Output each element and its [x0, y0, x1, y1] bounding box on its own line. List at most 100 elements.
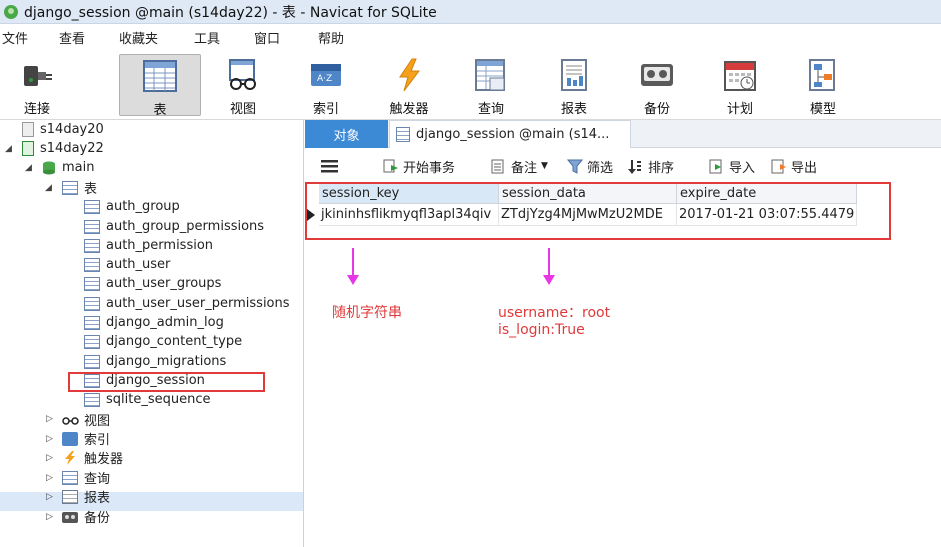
query-button[interactable]: 查询 — [450, 54, 532, 117]
connection-s14day20[interactable]: s14day20 — [22, 120, 104, 139]
trigger-button[interactable]: 触发器 — [368, 54, 450, 117]
expand-icon[interactable]: ▷ — [46, 473, 53, 483]
expand-icon[interactable]: ▷ — [46, 414, 53, 424]
indexes-folder[interactable]: 索引 — [62, 429, 110, 448]
tables-folder-label: 表 — [84, 182, 98, 197]
tab-django-session[interactable]: django_session @main (s14... — [389, 120, 631, 148]
app-logo-icon — [4, 4, 18, 19]
connection-s14day22[interactable]: s14day22 — [22, 139, 104, 158]
annotation-random-string: 随机字符串 — [332, 305, 402, 321]
table-icon — [143, 59, 177, 93]
menu-view[interactable]: 查看 — [59, 28, 85, 47]
table-icon — [84, 257, 100, 272]
menu-tools[interactable]: 工具 — [194, 28, 220, 47]
table-item[interactable]: auth_user — [84, 255, 170, 274]
queries-label: 查询 — [84, 472, 111, 487]
table-icon — [84, 354, 100, 369]
table-icon — [84, 334, 100, 349]
tab-objects[interactable]: 对象 — [305, 120, 388, 148]
table-icon — [396, 127, 410, 142]
table-item[interactable]: django_migrations — [84, 352, 226, 371]
sort-icon — [628, 159, 642, 174]
reports-folder[interactable]: 报表 — [62, 487, 110, 506]
schedule-button[interactable]: 计划 — [699, 54, 781, 117]
expand-icon[interactable]: ▷ — [46, 512, 53, 522]
export-label: 导出 — [791, 160, 818, 176]
model-icon — [806, 58, 840, 92]
table-item[interactable]: auth_user_groups — [84, 274, 221, 293]
queries-folder[interactable]: 查询 — [62, 468, 110, 487]
calendar-icon — [723, 58, 757, 92]
lightning-icon — [62, 450, 78, 465]
menu-window[interactable]: 窗口 — [254, 28, 280, 47]
index-icon — [62, 431, 78, 446]
table-icon — [84, 276, 100, 291]
table-item-label: auth_user_user_permissions — [106, 296, 290, 311]
main-toolbar: 连接 表 视图 A·Z 索引 触发器 查询 报表 备份 计划 模型 — [0, 50, 941, 120]
memo-icon — [491, 159, 505, 174]
table-toolbar: 开始事务 备注 ▼ 筛选 排序 导入 导出 — [305, 152, 941, 180]
table-item[interactable]: auth_permission — [84, 236, 213, 255]
triggers-folder[interactable]: 触发器 — [62, 448, 123, 467]
database-main[interactable]: main — [42, 158, 94, 177]
table-icon — [84, 238, 100, 253]
begin-transaction-button[interactable]: 开始事务 — [383, 157, 455, 176]
report-icon — [62, 489, 78, 504]
object-tree: s14day20 ◢ s14day22 ◢ main ◢ 表 auth_grou… — [0, 120, 304, 547]
expand-icon[interactable]: ▷ — [46, 453, 53, 463]
views-folder[interactable]: 视图 — [62, 410, 110, 429]
table-item[interactable]: django_admin_log — [84, 313, 224, 332]
chevron-down-icon: ▼ — [541, 161, 548, 171]
table-item[interactable]: auth_user_user_permissions — [84, 294, 290, 313]
connect-button[interactable]: 连接 — [0, 54, 78, 117]
menu-favorites[interactable]: 收藏夹 — [119, 28, 158, 47]
reports-label: 报表 — [84, 491, 111, 506]
backup-icon — [62, 510, 78, 524]
collapse-icon[interactable]: ◢ — [5, 144, 12, 154]
backup-button[interactable]: 备份 — [616, 54, 698, 117]
query-label: 查询 — [477, 102, 504, 117]
import-button[interactable]: 导入 — [709, 157, 755, 176]
expand-icon[interactable]: ▷ — [46, 492, 53, 502]
table-item[interactable]: django_content_type — [84, 332, 242, 351]
connection-label: s14day20 — [40, 122, 104, 137]
table-icon — [62, 180, 78, 195]
table-icon — [84, 392, 100, 407]
import-icon — [709, 159, 723, 174]
report-button[interactable]: 报表 — [533, 54, 615, 117]
filter-icon — [566, 159, 584, 174]
menu-file[interactable]: 文件 — [2, 28, 28, 47]
table-button[interactable]: 表 — [119, 54, 201, 118]
table-item-label: django_content_type — [106, 334, 243, 349]
filter-button[interactable]: 筛选 — [566, 157, 613, 176]
table-item[interactable]: auth_group — [84, 197, 180, 216]
index-label: 索引 — [312, 102, 339, 117]
menu-help[interactable]: 帮助 — [318, 28, 344, 47]
table-icon — [84, 315, 100, 330]
tables-folder[interactable]: 表 — [62, 178, 97, 197]
menu-hamburger-icon[interactable] — [321, 159, 339, 173]
sort-button[interactable]: 排序 — [628, 157, 674, 176]
table-item-label: sqlite_sequence — [106, 392, 211, 407]
collapse-icon[interactable]: ◢ — [25, 163, 32, 173]
memo-label: 备注 — [511, 160, 538, 176]
sort-label: 排序 — [648, 160, 675, 176]
views-label: 视图 — [84, 414, 111, 429]
database-icon — [42, 161, 56, 175]
expand-icon[interactable]: ▷ — [46, 434, 53, 444]
model-button[interactable]: 模型 — [782, 54, 864, 117]
plug-icon — [20, 58, 54, 92]
backups-folder[interactable]: 备份 — [62, 507, 110, 526]
table-item[interactable]: sqlite_sequence — [84, 390, 211, 409]
model-label: 模型 — [809, 102, 836, 117]
import-label: 导入 — [729, 160, 756, 176]
index-button[interactable]: A·Z 索引 — [285, 54, 367, 117]
data-grid: session_key session_data expire_date jki… — [305, 182, 941, 242]
export-button[interactable]: 导出 — [771, 157, 817, 176]
tab-document-label: django_session @main (s14... — [416, 127, 610, 142]
memo-button[interactable]: 备注 ▼ — [491, 157, 548, 176]
table-item[interactable]: auth_group_permissions — [84, 217, 264, 236]
view-button[interactable]: 视图 — [202, 54, 284, 117]
annotation-username: username：root — [498, 305, 611, 321]
collapse-icon[interactable]: ◢ — [45, 183, 52, 193]
